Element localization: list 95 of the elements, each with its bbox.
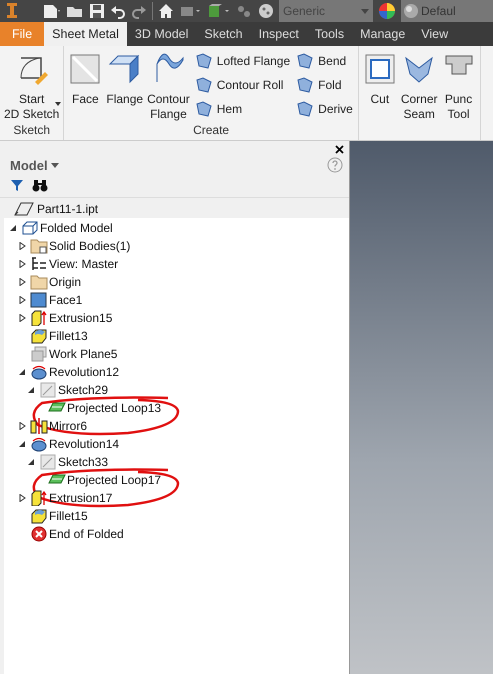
ribbon-button[interactable]: Contour Roll (192, 75, 294, 95)
color-wheel-icon[interactable] (378, 2, 396, 20)
tree-item[interactable]: Sketch29 (58, 383, 108, 397)
plane-icon (30, 346, 48, 362)
tree-item[interactable]: End of Folded (49, 527, 124, 541)
expanded-toggle-icon[interactable] (19, 368, 26, 376)
ribbon-tab[interactable]: Sheet Metal (44, 22, 127, 46)
home-icon[interactable] (158, 3, 174, 19)
ribbon-tab[interactable]: 3D Model (126, 22, 196, 46)
sketch-icon (39, 382, 57, 398)
tree-item[interactable]: Revolution14 (49, 437, 120, 451)
close-icon[interactable] (335, 145, 344, 154)
ribbon-tab[interactable]: Manage (352, 22, 414, 46)
collapsed-toggle-icon[interactable] (19, 278, 26, 286)
folder-icon (30, 238, 48, 254)
browser-title[interactable]: Model (10, 158, 59, 172)
ribbon-tab[interactable]: Sketch (196, 22, 251, 46)
tree-item[interactable]: Extrusion17 (49, 491, 112, 505)
part-icon (14, 202, 34, 216)
ribbon-tab[interactable]: View (413, 22, 456, 46)
tree-item[interactable]: Mirror6 (49, 419, 87, 433)
tree-item[interactable]: Extrusion15 (49, 311, 112, 325)
ribbon-tab[interactable]: Inspect (250, 22, 307, 46)
tree-item[interactable]: Origin (49, 275, 82, 289)
ribbon-button[interactable]: Face (66, 46, 104, 123)
sheet-part-icon (194, 100, 213, 118)
tree-item[interactable]: Folded Model (40, 221, 113, 235)
group-label: Create (192, 123, 230, 139)
collapsed-toggle-icon[interactable] (19, 260, 26, 268)
folder-icon (30, 274, 48, 290)
mirror-icon (30, 418, 48, 434)
flange-icon (108, 52, 142, 86)
new-file-icon[interactable] (41, 3, 61, 19)
expanded-toggle-icon[interactable] (28, 386, 35, 394)
caret-icon (50, 162, 59, 168)
sheet-part-icon (296, 52, 314, 70)
end-icon (30, 526, 48, 542)
sphere-icon (403, 3, 419, 19)
ribbon-button[interactable]: Lofted Flange (192, 51, 294, 71)
caret-icon[interactable] (55, 102, 62, 106)
tree-item[interactable]: Face1 (49, 293, 82, 307)
collapsed-toggle-icon[interactable] (19, 296, 26, 304)
save-icon[interactable] (89, 3, 105, 19)
part-name[interactable]: Part11-1.ipt (37, 202, 98, 216)
tree-item[interactable]: Solid Bodies(1) (49, 239, 130, 253)
ribbon-button[interactable]: Derive (293, 99, 356, 119)
ribbon-button[interactable]: Punc Tool (440, 46, 478, 140)
cube-icon[interactable] (206, 3, 230, 19)
expanded-toggle-icon[interactable] (19, 440, 26, 448)
expanded-toggle-icon[interactable] (10, 224, 17, 232)
ribbon-button[interactable]: Fold (293, 75, 356, 95)
square-icon (68, 52, 102, 86)
sheet-part-icon (194, 52, 213, 70)
ribbon-button[interactable]: Contour Flange (145, 46, 192, 123)
square-icon (362, 52, 397, 86)
ribbon-button[interactable]: Corner Seam (398, 46, 440, 140)
ribbon-button[interactable]: Bend (293, 51, 356, 71)
extrusion-icon (30, 310, 48, 326)
tree-view-icon (30, 256, 48, 272)
fillet-icon (30, 508, 48, 524)
ribbon-button[interactable]: Cut (360, 46, 399, 140)
ribbon-button[interactable]: Hem (192, 99, 294, 119)
filter-icon[interactable] (10, 179, 24, 192)
sketch-icon (39, 454, 57, 470)
redo-icon[interactable] (131, 3, 147, 19)
collapsed-toggle-icon[interactable] (19, 314, 26, 322)
square-icon (30, 292, 48, 308)
sheet-part-icon (194, 76, 213, 94)
collapsed-toggle-icon[interactable] (19, 242, 26, 250)
tree-item[interactable]: View: Master (49, 257, 118, 271)
ribbon-tab[interactable]: Tools (306, 22, 352, 46)
tree-item[interactable]: Fillet15 (49, 509, 88, 523)
expanded-toggle-icon[interactable] (28, 458, 35, 466)
tree-item[interactable]: Sketch33 (58, 455, 108, 469)
sheet-part-icon (296, 76, 314, 94)
shapes-icon[interactable] (235, 3, 253, 19)
tree-item[interactable]: Projected Loop17 (67, 473, 162, 487)
binoculars-icon[interactable] (32, 179, 48, 192)
revolution-icon (30, 436, 48, 452)
group-label: Sketch (12, 123, 52, 139)
sheet-part-icon (296, 100, 314, 118)
tree-item[interactable]: Work Plane5 (49, 347, 118, 361)
undo-icon[interactable] (110, 3, 126, 19)
ribbon-button[interactable]: Start 2D Sketch (2, 46, 62, 123)
ribbon-button[interactable]: Flange (104, 46, 146, 123)
texture-sphere-icon[interactable] (258, 3, 274, 19)
fillet-icon (30, 328, 48, 344)
collapsed-toggle-icon[interactable] (19, 494, 26, 502)
tree-item[interactable]: Revolution12 (49, 365, 120, 379)
revolution-icon (30, 364, 48, 380)
collapsed-toggle-icon[interactable] (19, 422, 26, 430)
tree-item[interactable]: Projected Loop13 (67, 401, 162, 415)
extrusion-icon (30, 490, 48, 506)
tree-item[interactable]: Fillet13 (49, 329, 88, 343)
logo-icon (4, 1, 20, 21)
